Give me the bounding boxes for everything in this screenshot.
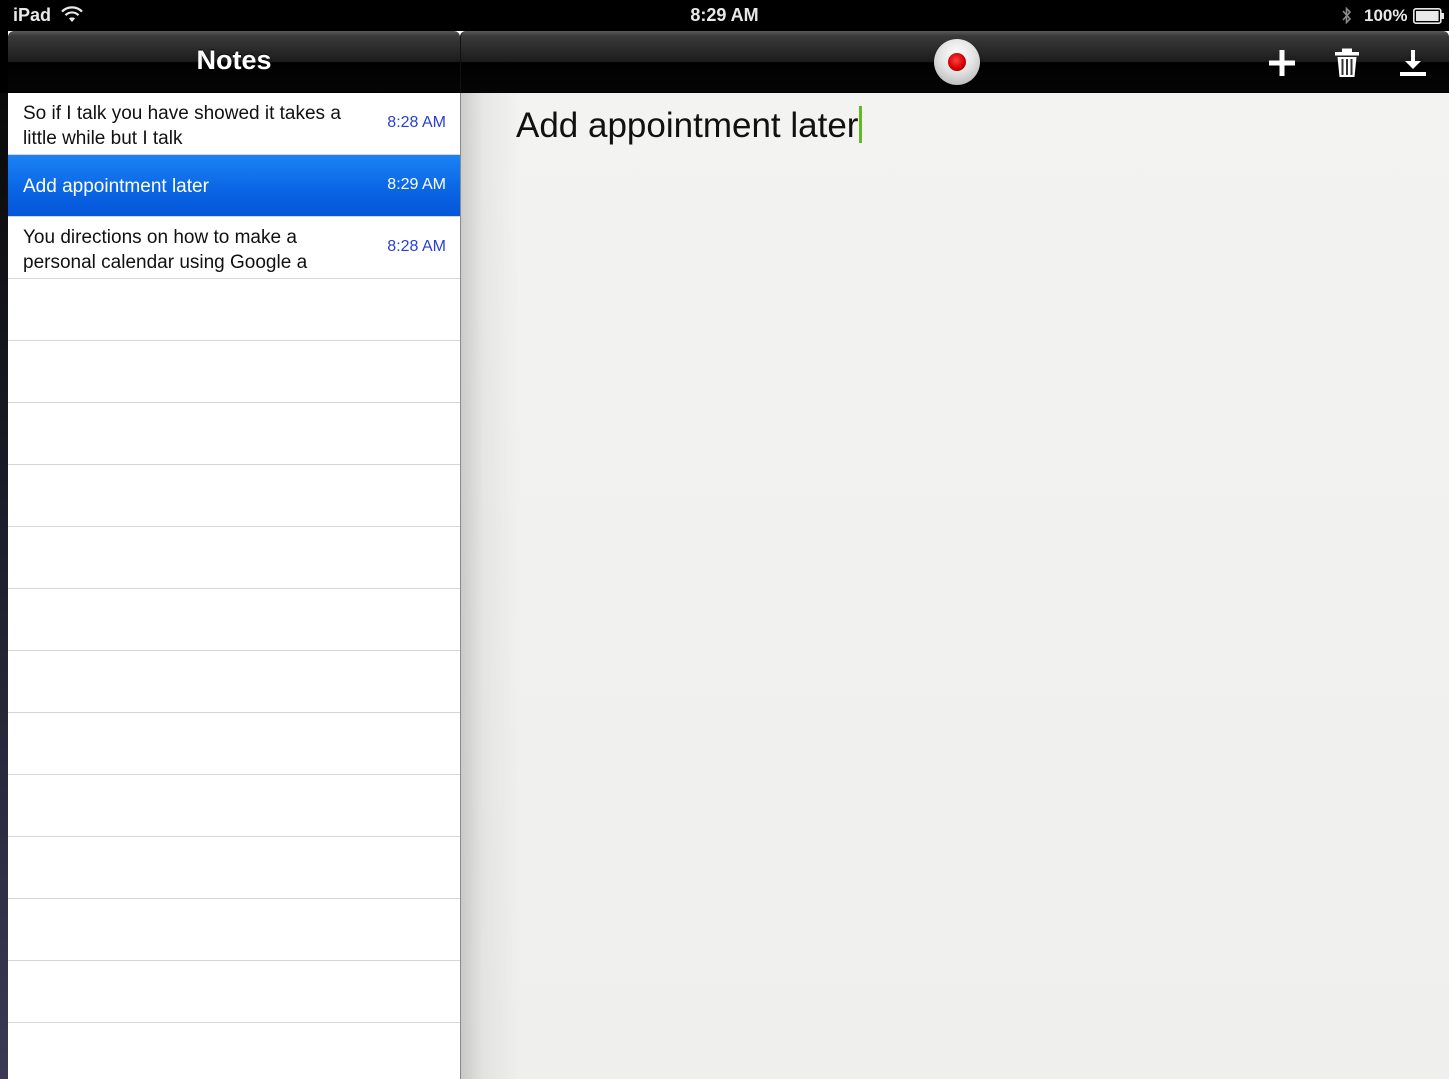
ipad-screen: iPad 8:29 AM 100% Notes So if I talk you… bbox=[0, 0, 1449, 1079]
note-body-text: Add appointment later bbox=[516, 106, 859, 145]
note-timestamp: 8:28 AM bbox=[387, 238, 446, 255]
battery-icon bbox=[1413, 8, 1444, 24]
editor-toolbar bbox=[460, 31, 1449, 93]
left-edge-strip bbox=[0, 93, 8, 1079]
empty-list-row bbox=[8, 837, 460, 899]
note-timestamp: 8:29 AM bbox=[387, 176, 446, 193]
empty-list-row bbox=[8, 279, 460, 341]
empty-list-row bbox=[8, 465, 460, 527]
notes-list[interactable]: So if I talk you have showed it takes a … bbox=[8, 93, 460, 1079]
note-list-item[interactable]: So if I talk you have showed it takes a … bbox=[8, 93, 460, 155]
note-editor-text[interactable]: Add appointment later bbox=[516, 106, 863, 146]
empty-list-row bbox=[8, 1023, 460, 1079]
empty-list-row bbox=[8, 341, 460, 403]
trash-icon[interactable] bbox=[1331, 47, 1363, 79]
record-icon bbox=[948, 53, 966, 71]
text-cursor bbox=[859, 106, 863, 143]
empty-list-row bbox=[8, 403, 460, 465]
note-list-item-selected[interactable]: Add appointment later 8:29 AM bbox=[8, 155, 460, 217]
note-list-item[interactable]: You directions on how to make a personal… bbox=[8, 217, 460, 279]
empty-list-row bbox=[8, 527, 460, 589]
plus-icon[interactable] bbox=[1266, 47, 1298, 79]
status-time: 8:29 AM bbox=[690, 5, 759, 25]
record-button[interactable] bbox=[934, 39, 980, 85]
note-preview: So if I talk you have showed it takes a … bbox=[23, 103, 341, 149]
empty-list-row bbox=[8, 899, 460, 961]
note-editor-panel: Add appointment later bbox=[460, 31, 1449, 1079]
empty-list-row bbox=[8, 589, 460, 651]
empty-list-row bbox=[8, 961, 460, 1023]
battery-percentage: 100% bbox=[1364, 6, 1408, 25]
sidebar-toolbar: Notes bbox=[8, 31, 460, 93]
note-timestamp: 8:28 AM bbox=[387, 114, 446, 131]
empty-list-row bbox=[8, 651, 460, 713]
empty-list-row bbox=[8, 713, 460, 775]
note-preview: Add appointment later bbox=[23, 176, 209, 197]
bluetooth-icon bbox=[1342, 6, 1352, 25]
status-bar: iPad 8:29 AM 100% bbox=[0, 0, 1449, 31]
empty-list-row bbox=[8, 775, 460, 837]
note-preview: You directions on how to make a personal… bbox=[23, 227, 308, 273]
notes-sidebar: Notes So if I talk you have showed it ta… bbox=[8, 31, 460, 1079]
sidebar-title: Notes bbox=[196, 45, 272, 75]
note-page[interactable]: Add appointment later bbox=[460, 93, 1449, 1079]
download-icon[interactable] bbox=[1397, 47, 1429, 79]
